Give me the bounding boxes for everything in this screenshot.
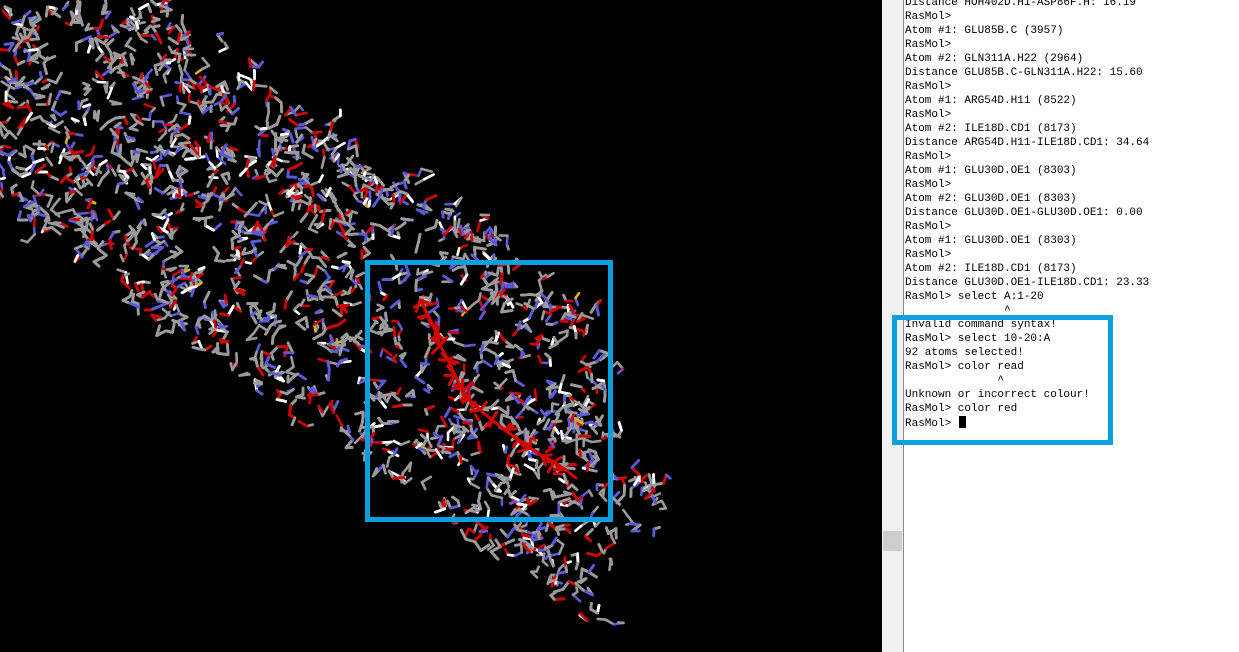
terminal-line: Distance GLU30D.OE1-ILE18D.CD1: 23.33	[905, 277, 1150, 289]
terminal-line: Distance HOH402D.H1-ASP86F.H: 16.19	[905, 0, 1137, 9]
terminal-line: Distance ARG54D.H11-ILE18D.CD1: 34.64	[905, 137, 1150, 149]
terminal-line: RasMol>	[905, 39, 952, 51]
terminal-line: RasMol> select A:1-20	[905, 291, 1044, 303]
terminal-line: Atom #1: GLU30D.OE1 (8303)	[905, 165, 1077, 177]
terminal-line: Atom #2: ILE18D.CD1 (8173)	[905, 123, 1077, 135]
terminal-line: Atom #1: GLU30D.OE1 (8303)	[905, 235, 1077, 247]
scrollbar-thumb[interactable]	[883, 531, 902, 551]
highlight-box-viewer	[365, 260, 613, 522]
terminal-line: RasMol>	[905, 11, 952, 23]
terminal-line: RasMol>	[905, 151, 952, 163]
terminal-line: Atom #2: GLU30D.OE1 (8303)	[905, 193, 1077, 205]
terminal-line: Atom #1: GLU85B.C (3957)	[905, 25, 1064, 37]
terminal-line: Distance GLU85B.C-GLN311A.H22: 15.60	[905, 67, 1143, 79]
terminal-line: Atom #2: ILE18D.CD1 (8173)	[905, 263, 1077, 275]
terminal-line: RasMol>	[905, 81, 952, 93]
terminal-line: RasMol>	[905, 109, 952, 121]
terminal-line: Distance GLU30D.OE1-GLU30D.OE1: 0.00	[905, 207, 1143, 219]
terminal-line: Atom #2: GLN311A.H22 (2964)	[905, 53, 1084, 65]
terminal-line: RasMol>	[905, 249, 952, 261]
terminal-line: Atom #1: ARG54D.H11 (8522)	[905, 95, 1077, 107]
terminal-line: RasMol>	[905, 179, 952, 191]
terminal-line: RasMol>	[905, 221, 952, 233]
highlight-box-terminal	[892, 315, 1113, 445]
molecule-viewer[interactable]	[0, 0, 882, 652]
